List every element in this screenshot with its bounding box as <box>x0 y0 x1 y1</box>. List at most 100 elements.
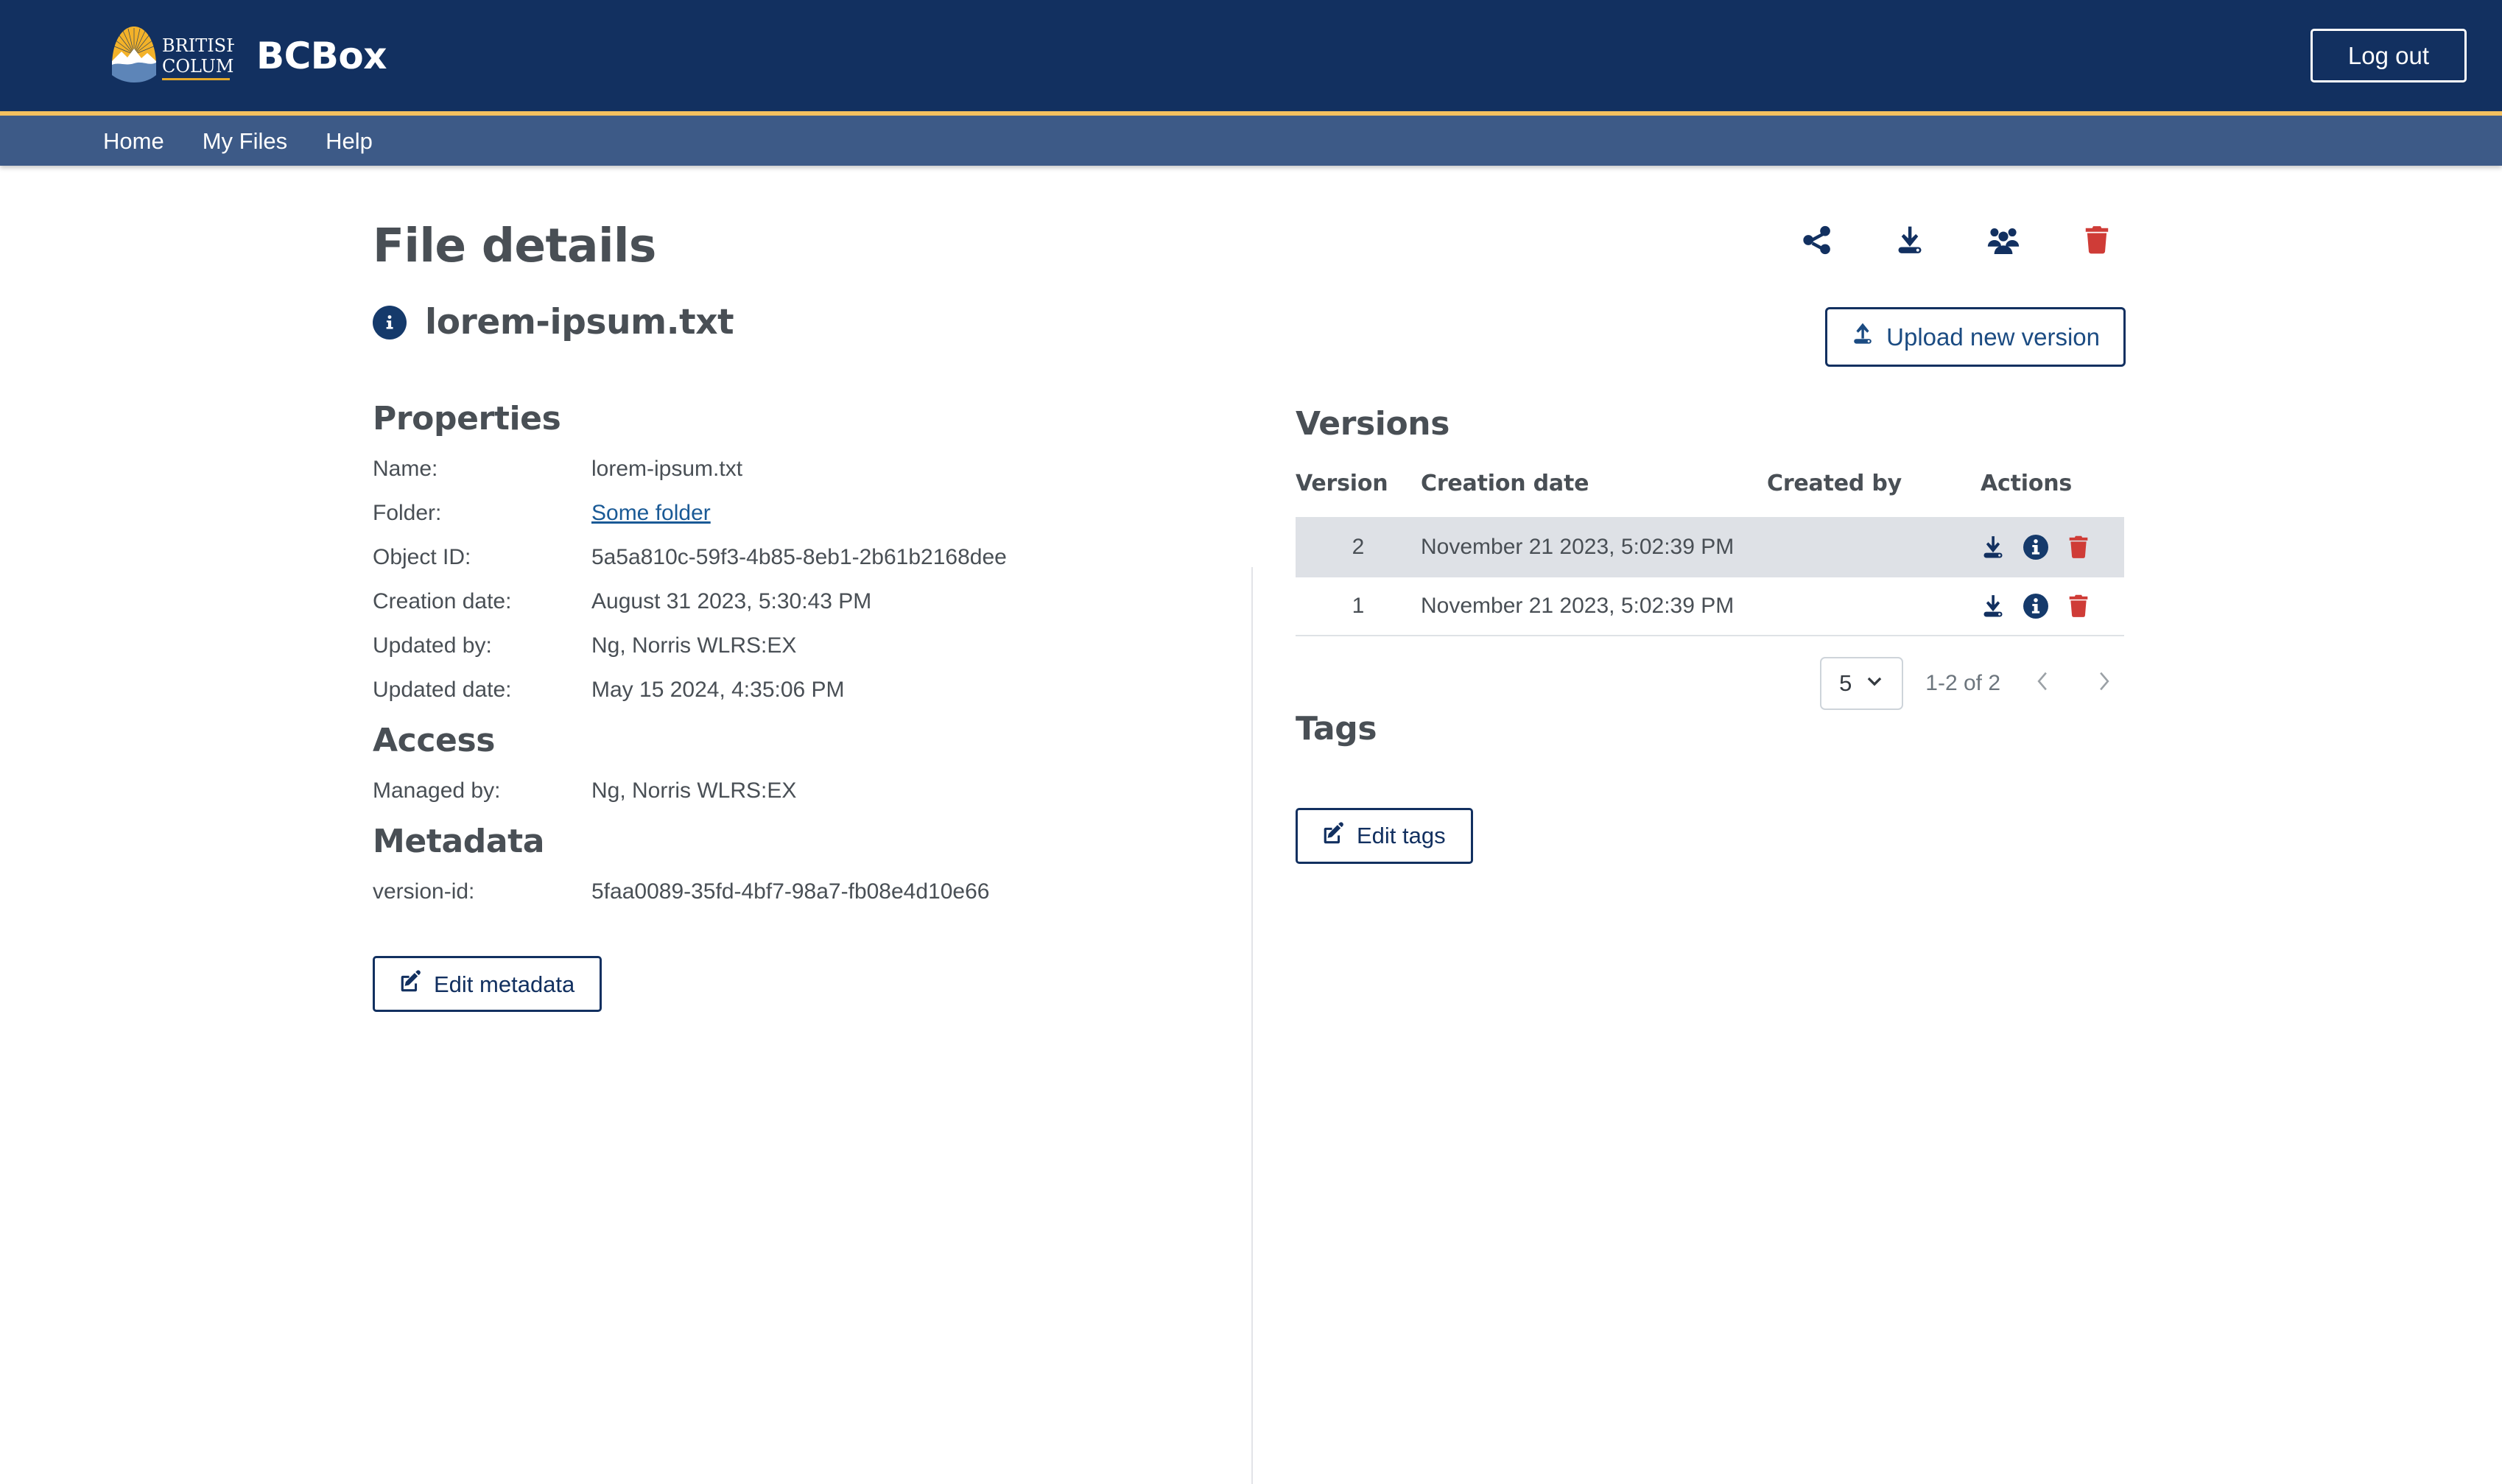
metadata-actions: Edit metadata <box>373 956 1205 1013</box>
property-row-name: Name: lorem-ipsum.txt <box>373 457 1205 482</box>
metadata-row-version-id: version-id: 5faa0089-35fd-4bf7-98a7-fb08… <box>373 879 1205 904</box>
property-label: Folder: <box>373 501 442 525</box>
cell-actions <box>1981 517 2124 577</box>
metadata-heading: Metadata <box>373 823 545 860</box>
metadata-label: version-id: <box>373 879 475 904</box>
metadata-list: version-id: 5faa0089-35fd-4bf7-98a7-fb08… <box>373 879 1205 904</box>
versions-paginator: 5 1-2 of 2 <box>1296 636 2124 710</box>
nav-item-home[interactable]: Home <box>103 130 164 152</box>
property-label: Updated date: <box>373 678 512 702</box>
delete-trash-icon[interactable] <box>2066 594 2091 619</box>
edit-tags-label: Edit tags <box>1357 823 1446 849</box>
nav-item-my-files[interactable]: My Files <box>203 130 287 152</box>
delete-trash-icon[interactable] <box>2081 225 2112 256</box>
delete-trash-icon[interactable] <box>2066 535 2091 560</box>
cell-created-by <box>1767 576 1981 636</box>
tags-heading: Tags <box>1296 709 1377 748</box>
table-row[interactable]: 2 November 21 2023, 5:02:39 PM <box>1296 517 2124 577</box>
rows-per-page-value: 5 <box>1839 669 1852 696</box>
main-navigation: Home My Files Help <box>0 116 2502 166</box>
column-header-creation-date: Creation date <box>1421 461 1767 518</box>
page-range-label: 1-2 of 2 <box>1925 670 2000 695</box>
versions-table-head: Version Creation date Created by Actions <box>1296 461 2124 518</box>
file-heading: lorem-ipsum.txt <box>373 302 1205 342</box>
cell-creation-date: November 21 2023, 5:02:39 PM <box>1421 576 1767 636</box>
column-header-actions: Actions <box>1981 461 2124 518</box>
cell-actions <box>1981 576 2124 636</box>
cell-version: 1 <box>1296 576 1421 636</box>
download-icon[interactable] <box>1894 225 1925 256</box>
share-icon[interactable] <box>1802 225 1832 256</box>
svg-text:COLUMBIA: COLUMBIA <box>162 56 234 77</box>
edit-tags-button[interactable]: Edit tags <box>1296 807 1473 864</box>
property-row-folder: Folder: Some folder <box>373 501 1205 526</box>
upload-row: Upload new version <box>1296 307 2126 367</box>
upload-new-version-button[interactable]: Upload new version <box>1825 307 2126 367</box>
edit-metadata-label: Edit metadata <box>434 971 575 997</box>
column-header-created-by: Created by <box>1767 461 1981 518</box>
pencil-square-icon <box>400 970 422 998</box>
nav-item-help[interactable]: Help <box>326 130 373 152</box>
right-column: Upload new version Versions Version Crea… <box>1249 166 2126 1012</box>
info-circle-icon[interactable] <box>2023 534 2048 560</box>
versions-table-body: 2 November 21 2023, 5:02:39 PM 1 Novembe… <box>1296 517 2124 636</box>
properties-heading: Properties <box>373 400 561 437</box>
property-row-updated-date: Updated date: May 15 2024, 4:35:06 PM <box>373 678 1205 703</box>
app-title: BCBox <box>256 34 387 77</box>
access-row-managed-by: Managed by: Ng, Norris WLRS:EX <box>373 778 1205 803</box>
brand-group: BRITISH COLUMBIA BCBox <box>103 21 387 91</box>
properties-list: Name: lorem-ipsum.txt Folder: Some folde… <box>373 457 1205 703</box>
app-header: BRITISH COLUMBIA BCBox Log out <box>0 0 2502 116</box>
table-header-row: Version Creation date Created by Actions <box>1296 461 2124 518</box>
left-column: File details lorem-ipsum.txt Properties … <box>373 166 1249 1013</box>
upload-icon <box>1851 322 1874 352</box>
versions-heading: Versions <box>1296 404 1450 443</box>
chevron-left-icon[interactable] <box>2023 669 2062 698</box>
property-value: lorem-ipsum.txt <box>591 457 743 481</box>
info-circle-icon <box>373 305 407 340</box>
cell-created-by <box>1767 517 1981 577</box>
header-actions: Log out <box>2310 28 2467 83</box>
logout-button[interactable]: Log out <box>2310 28 2467 83</box>
table-row[interactable]: 1 November 21 2023, 5:02:39 PM <box>1296 576 2124 636</box>
access-label: Managed by: <box>373 778 501 803</box>
property-row-object-id: Object ID: 5a5a810c-59f3-4b85-8eb1-2b61b… <box>373 545 1205 570</box>
property-label: Object ID: <box>373 545 471 569</box>
chevron-right-icon[interactable] <box>2084 669 2124 698</box>
column-header-version: Version <box>1296 461 1421 518</box>
chevron-down-icon <box>1865 670 1884 697</box>
property-value: August 31 2023, 5:30:43 PM <box>591 589 872 613</box>
property-label: Updated by: <box>373 633 492 658</box>
file-toolbar <box>1296 219 2126 261</box>
page-body: File details lorem-ipsum.txt Properties … <box>0 166 2502 1484</box>
svg-text:BRITISH: BRITISH <box>162 35 234 56</box>
property-label: Name: <box>373 457 438 481</box>
info-circle-icon[interactable] <box>2023 593 2048 619</box>
permissions-people-icon[interactable] <box>1987 224 2020 256</box>
rows-per-page-select[interactable]: 5 <box>1820 656 1904 710</box>
tags-actions: Edit tags <box>1296 807 2126 864</box>
property-value: Ng, Norris WLRS:EX <box>591 633 797 658</box>
edit-metadata-button[interactable]: Edit metadata <box>373 956 602 1013</box>
cell-version: 2 <box>1296 517 1421 577</box>
upload-new-version-label: Upload new version <box>1886 323 2100 351</box>
property-label: Creation date: <box>373 589 512 613</box>
cell-creation-date: November 21 2023, 5:02:39 PM <box>1421 517 1767 577</box>
download-icon[interactable] <box>1981 535 2006 560</box>
file-name: lorem-ipsum.txt <box>425 302 734 342</box>
download-icon[interactable] <box>1981 594 2006 619</box>
property-row-updated-by: Updated by: Ng, Norris WLRS:EX <box>373 633 1205 658</box>
access-list: Managed by: Ng, Norris WLRS:EX <box>373 778 1205 803</box>
page-title: File details <box>373 219 656 272</box>
property-value: May 15 2024, 4:35:06 PM <box>591 678 845 702</box>
bc-government-logo: BRITISH COLUMBIA <box>103 21 234 91</box>
folder-link[interactable]: Some folder <box>591 501 711 525</box>
access-value: Ng, Norris WLRS:EX <box>591 778 797 803</box>
pencil-square-icon <box>1323 822 1345 850</box>
versions-table: Version Creation date Created by Actions… <box>1296 461 2124 636</box>
access-heading: Access <box>373 722 496 759</box>
property-value: 5a5a810c-59f3-4b85-8eb1-2b61b2168dee <box>591 545 1007 569</box>
metadata-value: 5faa0089-35fd-4bf7-98a7-fb08e4d10e66 <box>591 879 990 904</box>
property-value: Some folder <box>591 501 711 526</box>
property-row-creation-date: Creation date: August 31 2023, 5:30:43 P… <box>373 589 1205 614</box>
